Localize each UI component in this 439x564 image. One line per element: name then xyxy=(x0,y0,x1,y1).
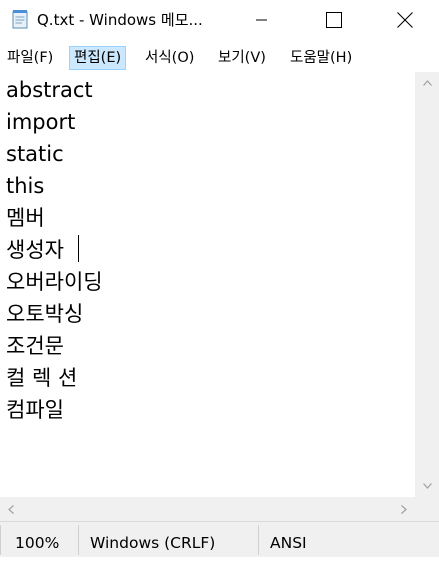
status-divider xyxy=(258,525,259,555)
scroll-right-button[interactable] xyxy=(393,497,415,521)
text-line: 생성자 xyxy=(6,238,64,262)
scroll-down-button[interactable] xyxy=(415,475,439,497)
minimize-button[interactable] xyxy=(239,0,285,40)
menu-file[interactable]: 파일(F) xyxy=(3,46,57,70)
text-caret xyxy=(78,235,79,262)
menu-help[interactable]: 도움말(H) xyxy=(286,46,356,70)
chevron-up-icon xyxy=(422,80,432,86)
menu-format[interactable]: 서식(O) xyxy=(141,46,198,70)
menu-view[interactable]: 보기(V) xyxy=(214,46,270,70)
minimize-icon xyxy=(256,19,267,21)
close-button[interactable] xyxy=(382,0,428,40)
scrollbar-corner xyxy=(415,497,439,521)
text-line: 조건문 xyxy=(6,334,64,358)
text-line: 오버라이딩 xyxy=(6,270,103,294)
chevron-down-icon xyxy=(422,483,432,489)
status-encoding: ANSI xyxy=(270,534,307,552)
maximize-icon xyxy=(326,12,342,28)
scroll-left-button[interactable] xyxy=(0,497,22,521)
status-bar: 100% Windows (CRLF) ANSI xyxy=(0,521,439,557)
text-line: import xyxy=(6,110,76,134)
text-line: 멤버 xyxy=(6,206,45,230)
notepad-icon xyxy=(11,9,29,29)
close-icon xyxy=(397,12,413,28)
menu-edit[interactable]: 편집(E) xyxy=(69,46,127,70)
horizontal-scrollbar[interactable] xyxy=(0,497,415,521)
status-zoom: 100% xyxy=(15,534,60,552)
scroll-up-button[interactable] xyxy=(415,72,439,94)
status-line-ending: Windows (CRLF) xyxy=(90,534,216,552)
text-line: 컬 렉 션 xyxy=(6,366,78,390)
chevron-right-icon xyxy=(401,504,407,514)
status-divider xyxy=(0,525,1,555)
text-line: 오토박싱 xyxy=(6,302,84,326)
chevron-left-icon xyxy=(8,504,14,514)
text-line: this xyxy=(6,174,45,198)
text-editor[interactable]: abstract import static this 멤버 생성자 오버라이딩… xyxy=(0,72,415,497)
maximize-button[interactable] xyxy=(311,0,357,40)
text-line: static xyxy=(6,142,64,166)
text-line: abstract xyxy=(6,78,93,102)
window-title: Q.txt - Windows 메모... xyxy=(37,11,203,29)
text-line: 컴파일 xyxy=(6,398,64,422)
title-bar[interactable]: Q.txt - Windows 메모... xyxy=(0,0,439,40)
status-divider xyxy=(78,525,79,555)
menu-bar: 파일(F) 편집(E) 서식(O) 보기(V) 도움말(H) xyxy=(0,40,439,72)
vertical-scrollbar[interactable] xyxy=(415,72,439,497)
